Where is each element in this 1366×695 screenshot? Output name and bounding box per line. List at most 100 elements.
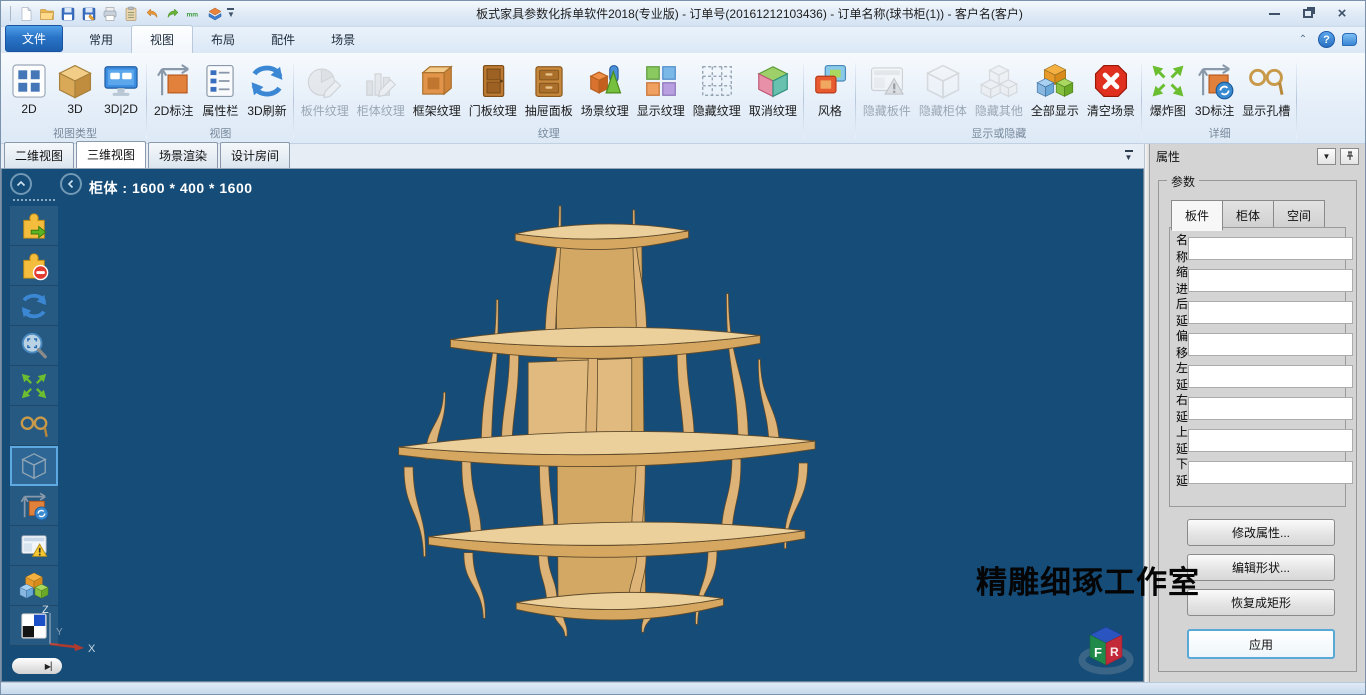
ribbon-button-框架纹理[interactable]: 框架纹理 [409,59,465,119]
ribbon-button-label: 风格 [817,104,842,118]
menu-tab-文件[interactable]: 文件 [5,25,64,52]
unit-mm-icon[interactable]: mm [184,4,203,23]
ribbon-button-门板纹理[interactable]: 门板纹理 [465,59,521,119]
help-icon[interactable]: ? [1318,31,1335,48]
menu-tab-常用[interactable]: 常用 [71,26,131,53]
view-tab-三维视图[interactable]: 三维视图 [76,141,147,168]
ribbon-button-label: 2D标注 [154,104,194,118]
param-input-左延[interactable] [1188,364,1354,388]
ribbon-button-显示纹理[interactable]: 显示纹理 [633,59,689,119]
toolbar-drag-handle[interactable] [13,199,55,203]
redo-icon[interactable] [163,4,182,23]
ribbon-button-3D标注[interactable]: 3D标注 [1191,59,1238,119]
restore-button[interactable] [1295,6,1321,22]
param-input-上延[interactable] [1188,428,1354,452]
param-label-后延: 后延 [1176,297,1189,328]
viewport-tool-wireframe[interactable] [10,446,58,486]
ribbon-button-2D[interactable]: 2D [6,59,52,116]
ribbon-button-风格[interactable]: 风格 [807,59,853,119]
param-input-后延[interactable] [1188,300,1354,324]
ribbon-button-全部显示[interactable]: 全部显示 [1027,59,1083,119]
pie-pencil-icon [306,62,344,100]
viewport-tool-hide-panel[interactable] [10,526,58,566]
cube-3d-icon [56,62,94,100]
menu-tab-配件[interactable]: 配件 [253,26,313,53]
save-as-icon[interactable] [79,4,98,23]
ribbon-group-title [807,127,853,143]
viewport-tool-add-part[interactable] [10,206,58,246]
menu-tab-视图[interactable]: 视图 [131,25,194,53]
view-tab-场景渲染[interactable]: 场景渲染 [148,142,219,168]
new-file-icon[interactable] [16,4,35,23]
ribbon-button-爆炸图[interactable]: 爆炸图 [1145,59,1191,119]
ribbon-button-label: 全部显示 [1030,104,1079,118]
panel-pin-icon[interactable] [1340,147,1359,165]
dim-2d-icon [155,62,193,100]
minimize-button[interactable] [1261,6,1287,22]
viewport-tool-show-holes[interactable] [10,406,58,446]
viewport-tool-remove-part[interactable] [10,246,58,286]
viewport-toolbar [10,199,58,646]
ribbon-group: 隐藏板件 隐藏柜体 隐藏其他 全部显示 清空场景 显示或隐藏 [856,55,1142,143]
viewport-back-button[interactable] [60,173,82,195]
ribbon-button-2D标注[interactable]: 2D标注 [150,59,197,119]
ribbon-button-场景纹理[interactable]: 场景纹理 [577,59,633,119]
edit-shape-button[interactable]: 编辑形状... [1187,554,1335,581]
viewport-3d[interactable]: 柜体 : 1600 * 400 * 1600 ▶▏ Z Y X F R [1,169,1144,682]
undo-icon[interactable] [142,4,161,23]
ribbon-button-属性栏[interactable]: 属性栏 [197,59,243,119]
viewport-tool-refresh[interactable] [10,286,58,326]
qat-options-button[interactable]: ▼ [224,8,238,19]
view-tabs-menu-icon[interactable]: ▼ [1121,149,1136,163]
panel-dropdown-icon[interactable]: ▼ [1317,147,1336,165]
collapse-ribbon-icon[interactable]: ⌃ [1295,32,1311,48]
save-icon[interactable] [58,4,77,23]
ribbon-button-清空场景[interactable]: 清空场景 [1083,59,1139,119]
param-input-缩进[interactable] [1188,268,1354,292]
view-tab-二维视图[interactable]: 二维视图 [4,142,75,168]
ribbon-button-3D刷新[interactable]: 3D刷新 [243,59,290,119]
deploy-icon[interactable] [205,4,224,23]
menubar: 文件 常用 视图 布局 配件 场景 ⌃ ? [1,25,1365,53]
ribbon-button-label: 3D|2D [104,102,138,116]
viewport-slider[interactable]: ▶▏ [12,658,62,674]
ribbon-group-items: 爆炸图 3D标注 显示孔槽 [1145,55,1294,127]
ribbon-button-显示孔槽[interactable]: 显示孔槽 [1238,59,1294,119]
monitor-3d2d-icon [102,62,140,100]
view-tab-设计房间[interactable]: 设计房间 [220,142,291,168]
app-window: mm ▼ 板式家具参数化拆单软件2018(专业版) - 订单号(20161212… [0,0,1366,695]
menu-tab-场景[interactable]: 场景 [313,26,373,53]
viewport-tool-explode[interactable] [10,366,58,406]
glasses-icon [1247,62,1285,100]
ribbon-group: 风格 [804,55,856,143]
open-icon[interactable] [37,4,56,23]
modify-properties-button[interactable]: 修改属性... [1187,519,1335,546]
viewport-tool-show-all[interactable] [10,566,58,606]
viewport-tool-dim-3d[interactable] [10,486,58,526]
viewport-tool-background-color[interactable] [10,606,58,646]
ribbon-group-items: 风格 [807,55,853,127]
restore-rectangle-button[interactable]: 恢复成矩形 [1187,589,1335,616]
param-input-下延[interactable] [1188,460,1354,484]
order-list-icon[interactable] [121,4,140,23]
menu-tab-布局[interactable]: 布局 [193,26,253,53]
ribbon-button-取消纹理[interactable]: 取消纹理 [745,59,801,119]
param-tab-板件[interactable]: 板件 [1171,200,1224,231]
ribbon-button-隐藏纹理[interactable]: 隐藏纹理 [689,59,745,119]
ribbon-button-3D|2D[interactable]: 3D|2D [98,59,144,116]
param-input-偏移[interactable] [1188,332,1354,356]
3d-model-bookshelf[interactable] [2,169,1143,682]
ribbon-button-3D[interactable]: 3D [52,59,98,116]
param-input-右延[interactable] [1188,396,1354,420]
ribbon-button-label: 隐藏纹理 [692,104,741,118]
viewport-tool-zoom-fit[interactable] [10,326,58,366]
chat-icon[interactable] [1342,33,1357,46]
ribbon-button-label: 2D [21,102,37,116]
ribbon-button-抽屉面板[interactable]: 抽屉面板 [521,59,577,119]
viewport-up-button[interactable] [10,173,32,195]
print-icon[interactable] [100,4,119,23]
ribbon-group: 板件纹理 柜体纹理 框架纹理 门板纹理 抽屉面板 场景纹理 显示纹理 隐藏纹理 取消纹理 纹理 [294,55,804,143]
param-input-名称[interactable] [1188,236,1354,260]
close-button[interactable]: × [1329,6,1355,22]
apply-button[interactable]: 应用 [1187,629,1335,659]
